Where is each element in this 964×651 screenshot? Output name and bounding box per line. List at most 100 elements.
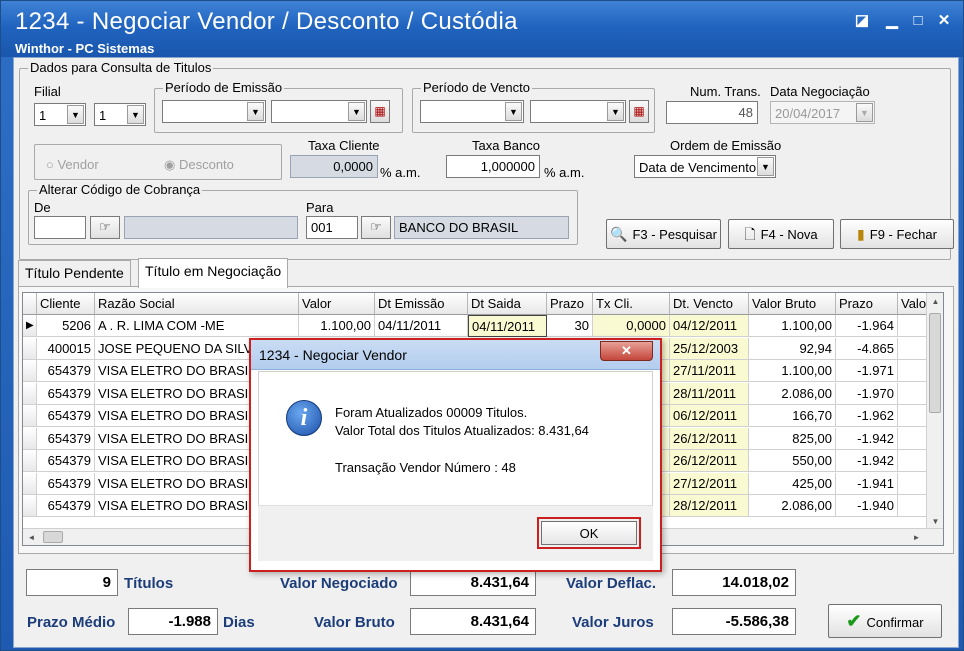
grid-cell-valor: 1.100,00 — [299, 315, 375, 337]
vencto-label: Período de Vencto — [421, 80, 532, 95]
column-header[interactable]: Valor — [299, 293, 375, 315]
radio-desconto[interactable]: ◉ Desconto — [164, 157, 234, 173]
valor-bruto-field: 8.431,64 — [410, 608, 536, 635]
ok-button-label: OK — [541, 521, 637, 545]
chevron-down-icon[interactable]: ▼ — [607, 102, 624, 121]
column-header[interactable]: Prazo — [547, 293, 593, 315]
column-header[interactable]: Valo — [898, 293, 928, 315]
title-bar[interactable]: 1234 - Negociar Vendor / Desconto / Cust… — [1, 1, 963, 57]
grid-cell-vencto: 25/12/2003 — [670, 337, 749, 360]
ordem-emissao-label: Ordem de Emissão — [670, 138, 782, 153]
num-trans-label: Num. Trans. — [690, 84, 761, 99]
tab-titulo-em-negociacao[interactable]: Título em Negociação — [138, 258, 289, 288]
grid-cell-saida: 04/11/2011 — [468, 315, 547, 337]
grid-cell-cliente: 654379 — [37, 472, 95, 495]
cobranca-para-field[interactable]: 001 — [306, 216, 358, 239]
dialog-close-button[interactable]: ✕ — [600, 341, 653, 361]
filial-combo-2[interactable]: 1 ▼ — [94, 103, 146, 126]
grid-cell-vencto: 27/12/2011 — [670, 472, 749, 495]
row-selector[interactable] — [23, 405, 37, 427]
scroll-right-icon[interactable]: ► — [908, 529, 925, 545]
column-header[interactable]: Dt Emissão — [375, 293, 468, 315]
filial-value-1: 1 — [39, 108, 47, 123]
cobranca-de-desc — [124, 216, 298, 239]
radio-vendor[interactable]: ○ Vendor — [46, 157, 99, 172]
minimize-button[interactable]: ▁ — [881, 11, 903, 31]
maximize-button[interactable]: □ — [907, 11, 929, 31]
cobranca-de-field[interactable] — [34, 216, 86, 239]
column-header[interactable]: Prazo — [836, 293, 898, 315]
valor-juros-label: Valor Juros — [572, 614, 654, 631]
vencto-inicio-combo[interactable]: ▼ — [420, 100, 524, 123]
taxa-cliente-unit: % a.m. — [380, 165, 421, 180]
confirmar-label: Confirmar — [866, 615, 924, 630]
scroll-thumb[interactable] — [929, 313, 941, 413]
search-icon[interactable]: ☞ — [361, 216, 391, 239]
row-selector[interactable] — [23, 472, 37, 495]
data-negociacao-combo[interactable]: 20/04/2017 ▼ — [770, 101, 875, 124]
search-icon[interactable]: ☞ — [90, 216, 120, 239]
grid-cell-cliente: 654379 — [37, 382, 95, 405]
pesquisar-label: F3 - Pesquisar — [632, 227, 717, 242]
radio-vendor-label: Vendor — [57, 157, 99, 172]
chevron-down-icon[interactable]: ▼ — [127, 105, 144, 124]
ordem-emissao-combo[interactable]: Data de Vencimento ▼ — [634, 155, 776, 178]
column-header[interactable]: Dt Saida — [468, 293, 547, 315]
valor-bruto-label: Valor Bruto — [314, 614, 395, 631]
tab-titulo-pendente[interactable]: Título Pendente — [18, 260, 131, 286]
emissao-inicio-combo[interactable]: ▼ — [162, 100, 266, 123]
row-indicator-icon[interactable]: ▶ — [23, 315, 37, 337]
dialog-title-bar[interactable]: 1234 - Negociar Vendor ✕ — [251, 340, 660, 370]
row-selector[interactable] — [23, 337, 37, 360]
ok-button[interactable]: OK — [537, 517, 641, 549]
grid-cell-prazo: 30 — [547, 315, 593, 337]
grid-cell-bruto: 1.100,00 — [749, 315, 836, 337]
nova-button[interactable]: 🗋 F4 - Nova — [728, 219, 834, 249]
taxa-banco-field[interactable]: 1,000000 — [446, 155, 540, 178]
column-header[interactable]: Valor Bruto — [749, 293, 836, 315]
restore-icon[interactable]: ◪ — [851, 11, 873, 31]
grid-cell-cliente: 400015 — [37, 337, 95, 360]
fechar-button[interactable]: ▮ F9 - Fechar — [840, 219, 954, 249]
confirmar-button[interactable]: ✔ Confirmar — [828, 604, 942, 638]
row-selector[interactable] — [23, 382, 37, 405]
row-selector[interactable] — [23, 450, 37, 472]
chevron-down-icon[interactable]: ▼ — [348, 102, 365, 121]
scroll-up-icon[interactable]: ▲ — [927, 293, 943, 310]
grid-cell-cliente: 5206 — [37, 315, 95, 337]
grid-cell-cliente: 654379 — [37, 450, 95, 472]
chevron-down-icon[interactable]: ▼ — [757, 157, 774, 176]
consulta-group-label: Dados para Consulta de Titulos — [28, 60, 214, 75]
num-trans-field[interactable]: 48 — [666, 101, 758, 124]
column-header[interactable]: Tx Cli. — [593, 293, 670, 315]
scroll-thumb-horizontal[interactable] — [43, 531, 63, 543]
scroll-left-icon[interactable]: ◄ — [23, 529, 40, 545]
row-selector[interactable] — [23, 427, 37, 450]
fechar-label: F9 - Fechar — [869, 227, 937, 242]
column-header[interactable]: Cliente — [37, 293, 95, 315]
grid-cell-vencto: 27/11/2011 — [670, 360, 749, 382]
calendar-icon[interactable]: ▦ — [370, 100, 390, 123]
close-button[interactable]: ✕ — [933, 11, 955, 31]
magnifier-icon: 🔍 — [610, 226, 628, 242]
vertical-scrollbar[interactable]: ▲ ▼ — [926, 293, 943, 530]
row-selector[interactable] — [23, 495, 37, 517]
row-selector[interactable] — [23, 360, 37, 382]
filial-combo-1[interactable]: 1 ▼ — [34, 103, 86, 126]
pesquisar-button[interactable]: 🔍 F3 - Pesquisar — [606, 219, 721, 249]
taxa-cliente-field[interactable]: 0,0000 — [290, 155, 378, 178]
grid-cell — [898, 495, 928, 517]
main-window: 1234 - Negociar Vendor / Desconto / Cust… — [0, 0, 964, 651]
grid-cell-prazo2: -1.941 — [836, 472, 898, 495]
column-header[interactable]: Dt. Vencto — [670, 293, 749, 315]
column-header[interactable]: Razão Social — [95, 293, 299, 315]
chevron-down-icon[interactable]: ▼ — [505, 102, 522, 121]
filial-label: Filial — [34, 84, 61, 99]
grid-cell-bruto: 2.086,00 — [749, 382, 836, 405]
chevron-down-icon[interactable]: ▼ — [856, 103, 873, 122]
chevron-down-icon[interactable]: ▼ — [247, 102, 264, 121]
chevron-down-icon[interactable]: ▼ — [67, 105, 84, 124]
vencto-fim-combo[interactable]: ▼ — [530, 100, 626, 123]
emissao-fim-combo[interactable]: ▼ — [271, 100, 367, 123]
calendar-icon[interactable]: ▦ — [629, 100, 649, 123]
